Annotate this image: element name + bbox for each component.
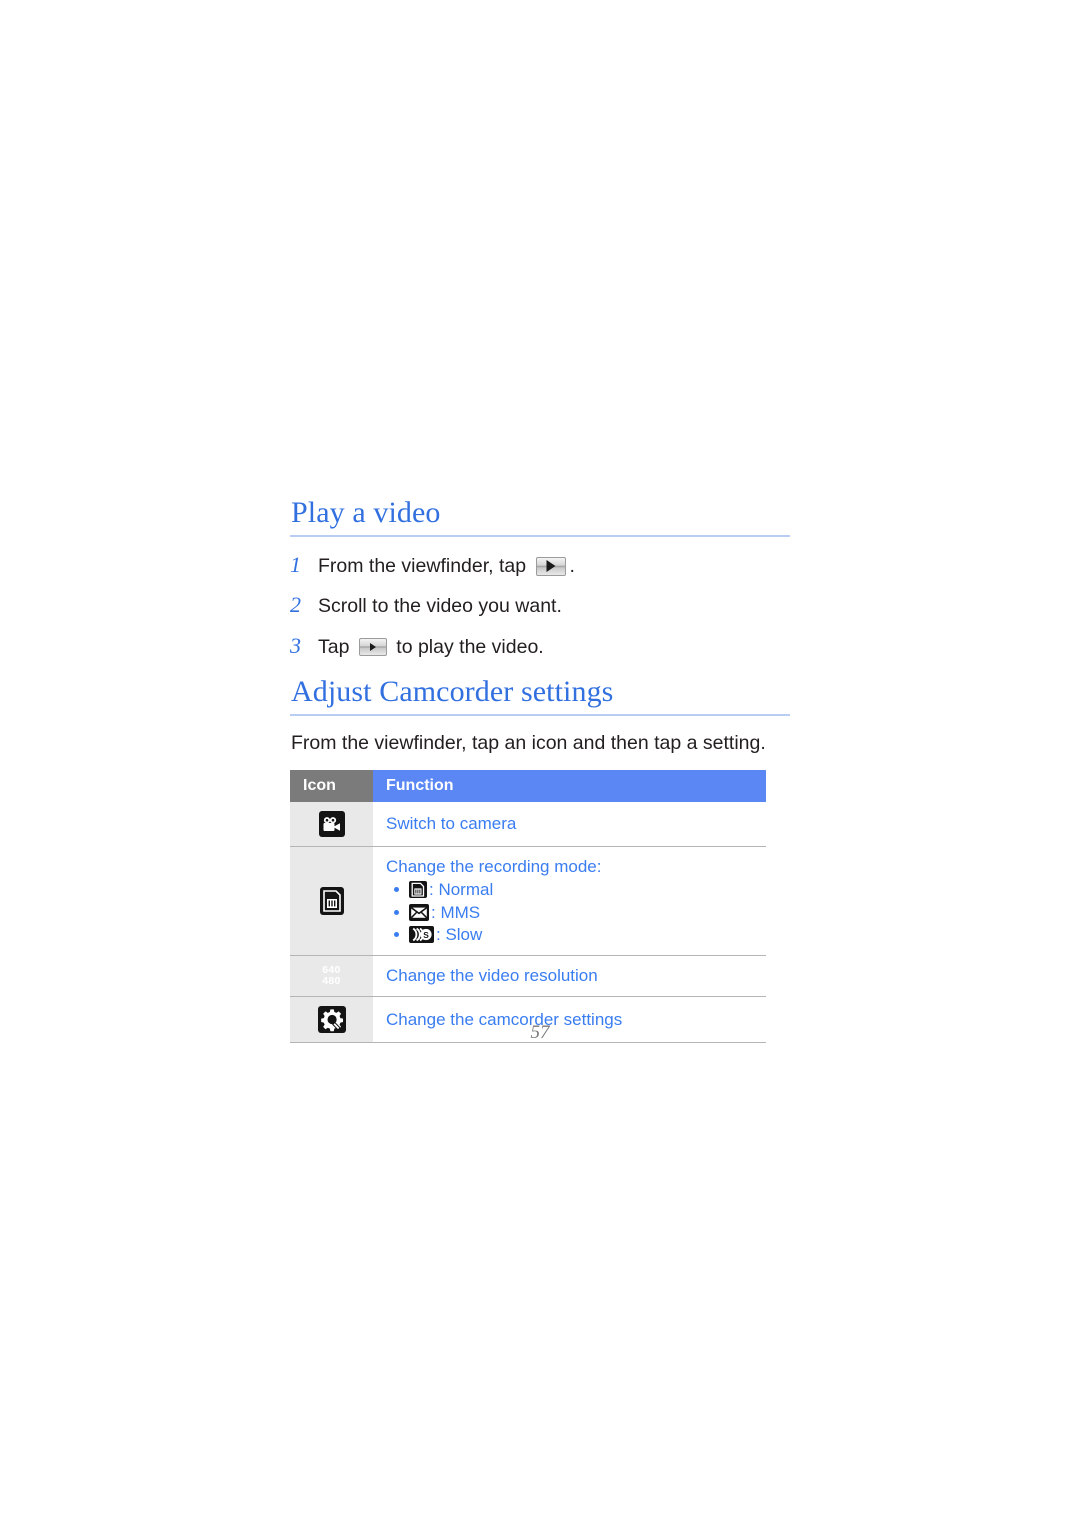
play-button-icon (535, 556, 566, 576)
heading-divider (290, 534, 790, 537)
table-cell-icon: 640 480 (290, 955, 373, 998)
step-text: From the viewfinder, tap . (318, 554, 575, 579)
table-cell-function: Change the video resolution (373, 955, 766, 998)
table-header-row: Icon Function (290, 770, 766, 803)
table-cell-icon (290, 802, 373, 848)
step-text-before: Tap (318, 635, 355, 658)
option-label: : Slow (436, 924, 483, 944)
step-text-before: Scroll to the video you want. (318, 595, 562, 618)
resolution-height-label: 480 (322, 975, 341, 988)
svg-text:S: S (423, 930, 429, 940)
slow-mode-icon: S (409, 925, 434, 943)
function-label: Switch to camera (386, 814, 517, 834)
bullet-dot-icon (394, 909, 399, 915)
list-item: 1 From the viewfinder, tap . (290, 551, 790, 580)
step-text-after: . (569, 554, 575, 577)
column-header-function: Function (373, 770, 766, 803)
mms-mode-icon (409, 903, 429, 921)
play-button-icon (358, 638, 387, 657)
page-content: Play a video 1 From the viewfinder, tap … (290, 496, 790, 1044)
table-cell-function: Change the recording mode:: Normal: MM… (373, 846, 766, 957)
play-video-steps: 1 From the viewfinder, tap . 2 Scroll to… (290, 551, 790, 661)
table-row: 640 480 Change the video resolution (290, 955, 766, 998)
option-label: : Normal (429, 880, 494, 900)
page-title-play-a-video: Play a video (291, 496, 441, 529)
normal-mode-icon (409, 881, 427, 899)
list-item: : Normal (386, 879, 766, 900)
table-cell-function: Switch to camera (373, 802, 766, 848)
document-page: Play a video 1 From the viewfinder, tap … (0, 0, 1080, 1527)
step-text: Tap to play the video. (318, 635, 544, 660)
function-label: Change the video resolution (386, 966, 598, 986)
step-number: 1 (290, 551, 301, 577)
list-item: : MMS (386, 902, 766, 923)
function-label: Change the recording mode: (386, 857, 602, 877)
step-text: Scroll to the video you want. (318, 594, 562, 619)
section-intro-text: From the viewfinder, tap an icon and the… (291, 731, 766, 754)
bullet-dot-icon (394, 931, 399, 937)
step-text-before: From the viewfinder, tap (318, 554, 532, 577)
step-number: 2 (290, 592, 301, 618)
table-header: Icon Function (290, 770, 766, 803)
option-label: : MMS (431, 902, 481, 922)
column-header-icon: Icon (290, 770, 373, 803)
list-item: 2 Scroll to the video you want. (290, 591, 790, 620)
heading-divider (290, 713, 790, 716)
recording-mode-options: : Normal: MMS S: Slow (386, 879, 766, 945)
video-resolution-icon: 640 480 (290, 965, 373, 988)
table-cell-icon (290, 846, 373, 957)
table-row: Switch to camera (290, 802, 766, 848)
recording-mode-icon (319, 887, 344, 916)
list-item: S : Slow (386, 924, 766, 945)
camcorder-icon (318, 811, 345, 838)
table-body: Switch to camera Change the recording mo… (290, 802, 766, 1044)
bullet-dot-icon (394, 887, 399, 893)
step-text-after: to play the video. (390, 635, 544, 658)
list-item: 3 Tap to play the video. (290, 632, 790, 661)
camcorder-settings-table: Icon Function Switch to camera Change th… (290, 770, 766, 1044)
step-number: 3 (290, 632, 301, 658)
table-row: Change the recording mode:: Normal: MM… (290, 846, 766, 957)
page-number: 57 (530, 1022, 550, 1043)
page-title-adjust-camcorder-settings: Adjust Camcorder settings (291, 675, 614, 709)
